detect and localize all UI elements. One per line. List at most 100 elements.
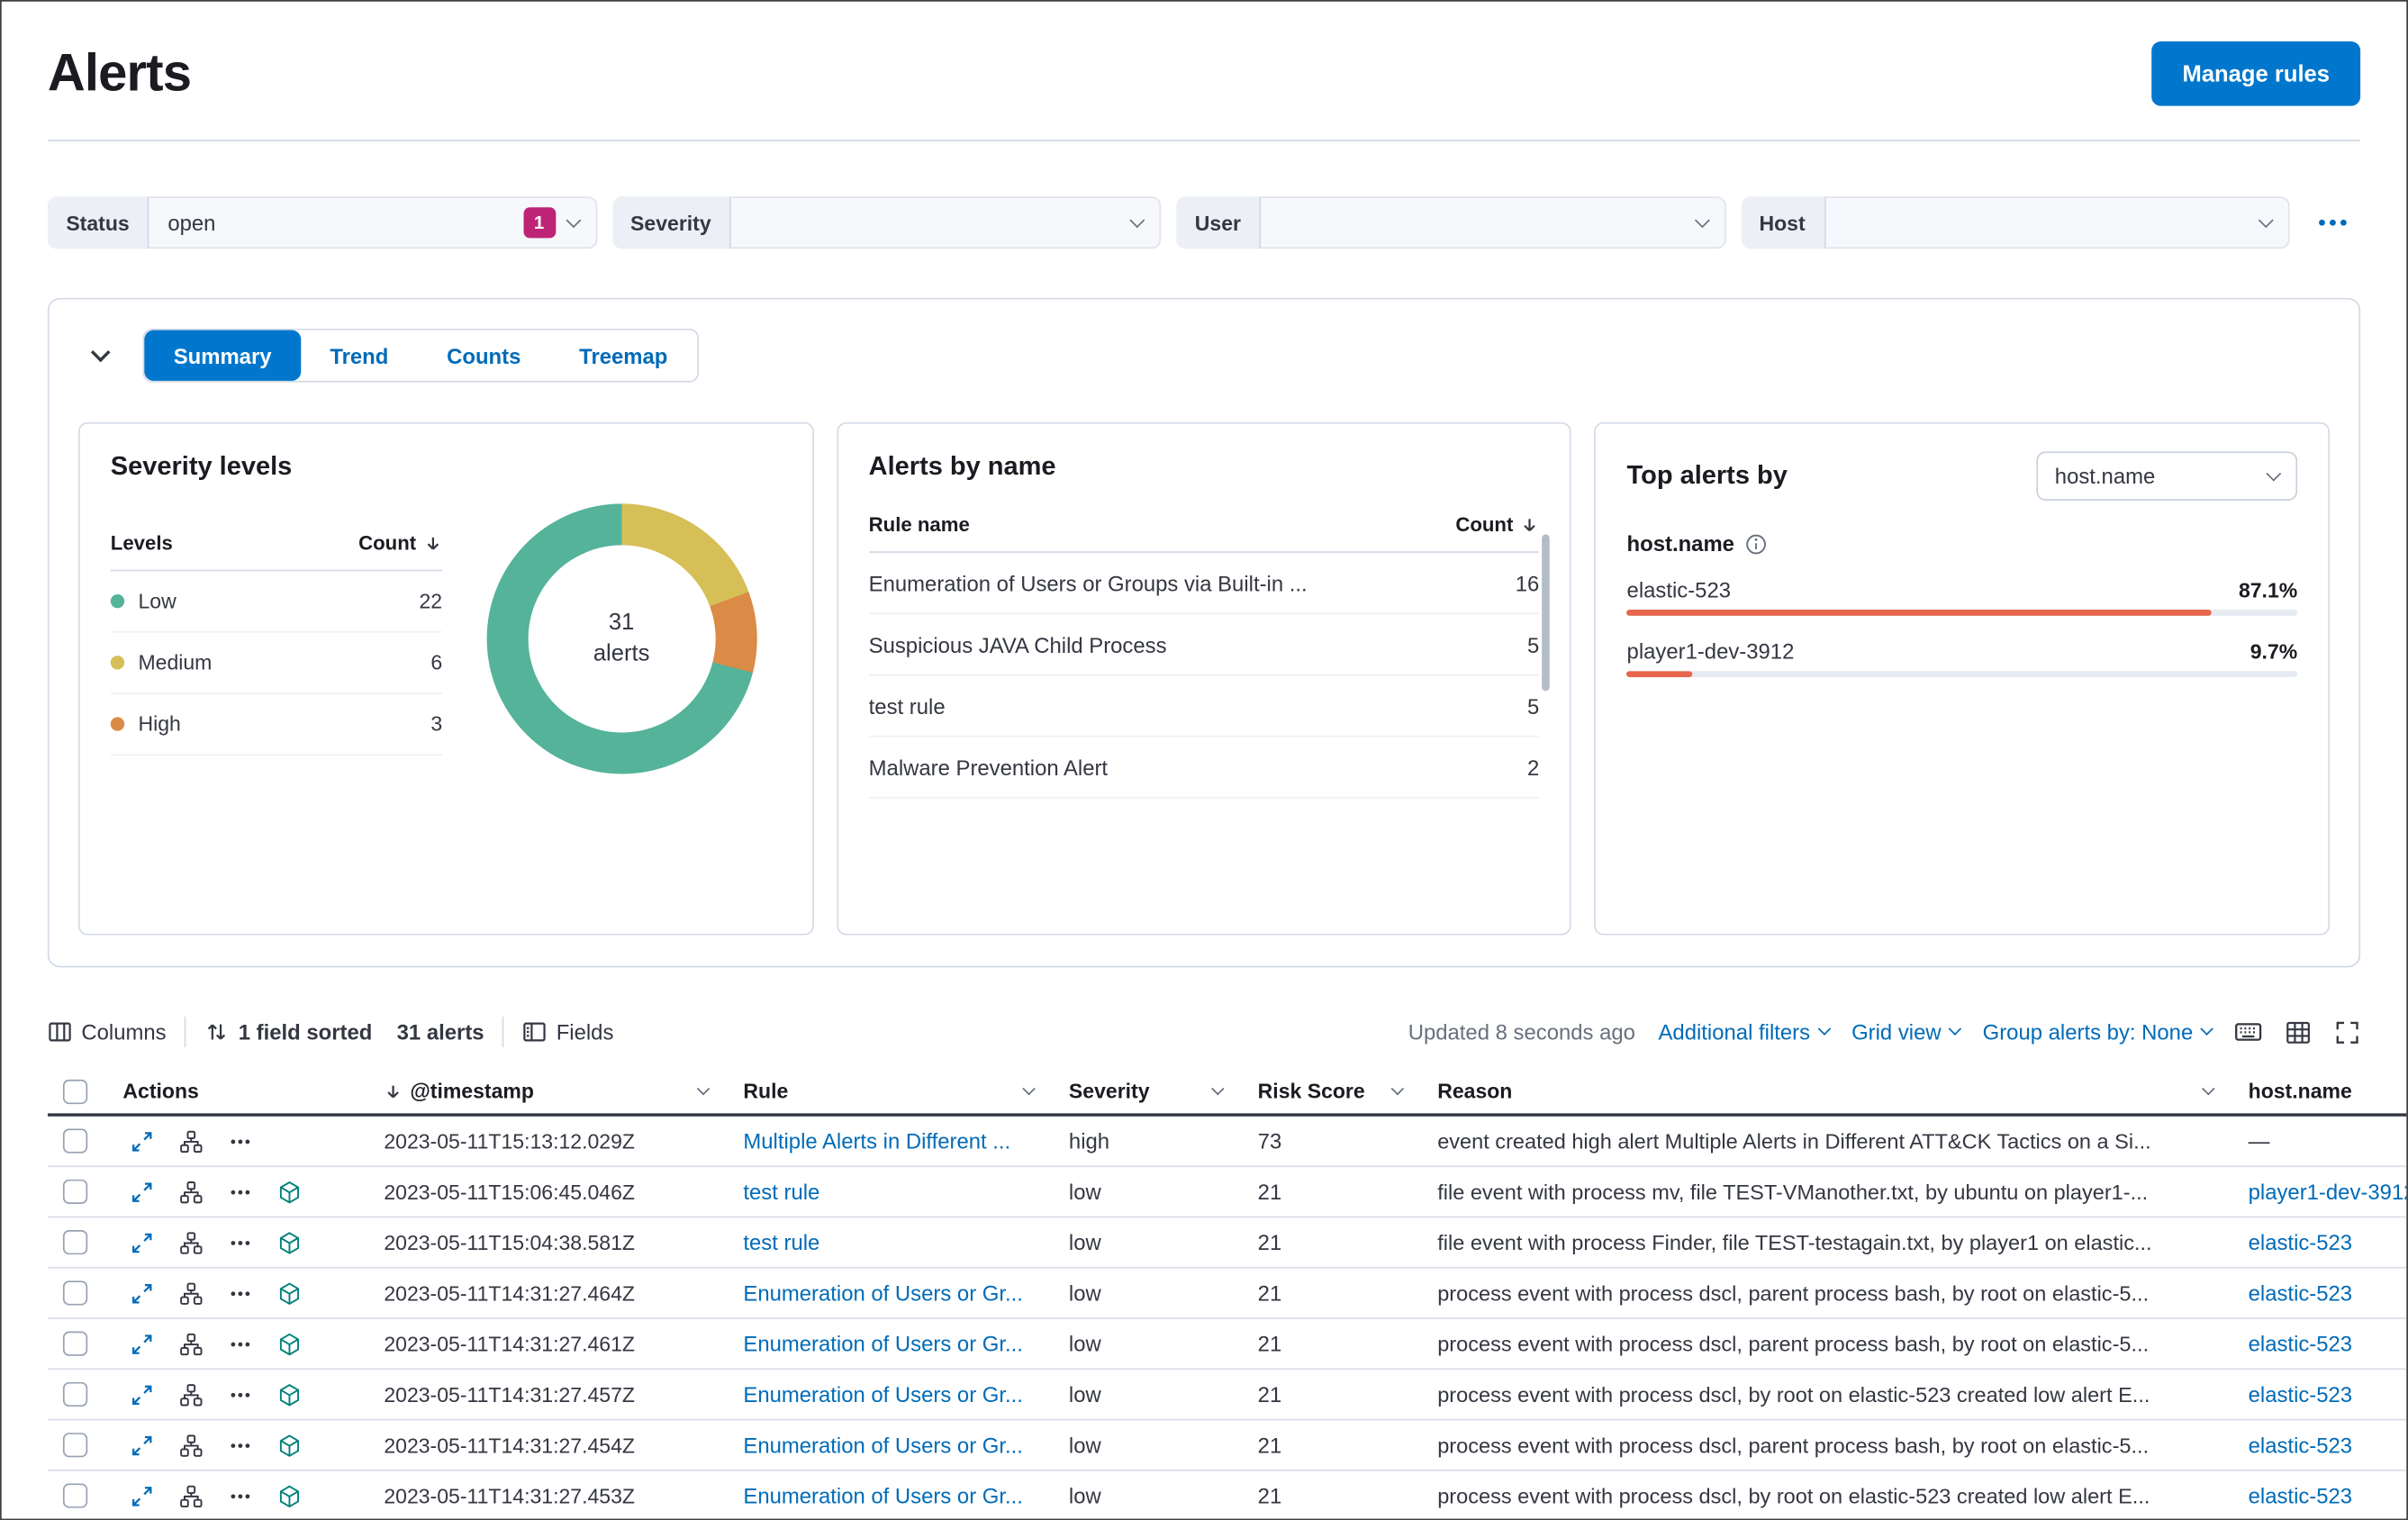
tab-summary[interactable]: Summary [144,330,301,381]
reason-cell[interactable]: process event with process dscl, by root… [1417,1484,2228,1507]
info-icon[interactable] [1745,532,1769,556]
analyzer-icon[interactable] [180,1383,204,1407]
host-link[interactable]: player1-dev-3912 [2228,1180,2407,1204]
group-alerts-button[interactable]: Group alerts by: None [1983,1019,2213,1045]
table-row: 2023-05-11T14:31:27.453Z Enumeration of … [48,1471,2406,1519]
host-link[interactable]: elastic-523 [2228,1280,2406,1305]
grid-display-button[interactable] [2286,1018,2312,1045]
host-link[interactable]: elastic-523 [2228,1230,2406,1254]
expand-alert-icon[interactable] [131,1383,154,1407]
expand-alert-icon[interactable] [131,1484,154,1507]
host-link[interactable]: elastic-523 [2228,1433,2406,1457]
chevron-down-icon[interactable] [696,1081,711,1095]
analyzer-icon[interactable] [180,1231,204,1254]
row-checkbox[interactable] [62,1433,88,1458]
host-column-header[interactable]: host.name [2228,1069,2406,1113]
select-all-checkbox[interactable] [62,1079,88,1104]
more-actions-icon[interactable] [229,1281,252,1305]
manage-rules-button[interactable]: Manage rules [2151,41,2361,106]
session-view-icon[interactable] [278,1332,302,1355]
rule-link[interactable]: Enumeration of Users or Gr... [723,1280,1049,1305]
session-view-icon[interactable] [278,1281,302,1305]
grid-view-button[interactable]: Grid view [1851,1019,1962,1045]
severity-filter[interactable]: Severity [611,196,1162,249]
rule-link[interactable]: Multiple Alerts in Different ... [723,1128,1049,1153]
more-actions-icon[interactable] [229,1129,252,1153]
analyzer-icon[interactable] [180,1129,204,1153]
more-filters-button[interactable] [2304,196,2361,249]
analyzer-icon[interactable] [180,1434,204,1457]
expand-alert-icon[interactable] [131,1231,154,1254]
more-actions-icon[interactable] [229,1383,252,1407]
top-alerts-field-select[interactable]: host.name [2036,451,2298,501]
risk-score-column-header[interactable]: Risk Score [1238,1069,1418,1113]
row-checkbox[interactable] [62,1381,88,1407]
reason-cell[interactable]: file event with process mv, file TEST-VM… [1417,1181,2228,1204]
host-filter[interactable]: Host [1741,196,2290,249]
keyboard-shortcuts-button[interactable] [2234,1018,2262,1046]
host-link[interactable]: elastic-523 [2228,1483,2406,1507]
tab-counts[interactable]: Counts [418,330,550,381]
expand-alert-icon[interactable] [131,1181,154,1204]
analyzer-icon[interactable] [180,1281,204,1305]
count-column-header[interactable]: Count [1455,513,1513,537]
reason-cell[interactable]: process event with process dscl, by root… [1417,1383,2228,1407]
user-filter[interactable]: User [1176,196,1725,249]
fields-button[interactable]: Fields [522,1019,613,1045]
reason-cell[interactable]: process event with process dscl, parent … [1417,1332,2228,1355]
session-view-icon[interactable] [278,1383,302,1407]
reason-cell[interactable]: event created high alert Multiple Alerts… [1417,1129,2228,1153]
session-view-icon[interactable] [278,1484,302,1507]
reason-cell[interactable]: process event with process dscl, parent … [1417,1281,2228,1305]
chevron-down-icon[interactable] [1390,1081,1405,1095]
rule-link[interactable]: test rule [723,1230,1049,1254]
tab-trend[interactable]: Trend [301,330,418,381]
sorted-fields-button[interactable]: 1 field sorted [204,1019,372,1045]
row-checkbox[interactable] [62,1229,88,1255]
expand-alert-icon[interactable] [131,1129,154,1153]
analyzer-icon[interactable] [180,1332,204,1355]
expand-alert-icon[interactable] [131,1434,154,1457]
rule-link[interactable]: Enumeration of Users or Gr... [723,1433,1049,1457]
timestamp-column-header[interactable]: @timestamp [364,1069,723,1113]
reason-cell[interactable]: file event with process Finder, file TES… [1417,1231,2228,1254]
collapse-charts-button[interactable] [78,334,122,377]
rule-link[interactable]: Enumeration of Users or Gr... [723,1332,1049,1356]
more-actions-icon[interactable] [229,1332,252,1355]
chevron-down-icon[interactable] [1211,1081,1225,1095]
severity-column-header[interactable]: Severity [1049,1069,1238,1113]
columns-button[interactable]: Columns [48,1019,167,1045]
chevron-down-icon[interactable] [2202,1081,2215,1095]
analyzer-icon[interactable] [180,1181,204,1204]
chevron-down-icon[interactable] [1022,1081,1036,1095]
more-actions-icon[interactable] [229,1231,252,1254]
row-checkbox[interactable] [62,1179,88,1204]
scrollbar-thumb[interactable] [1542,534,1551,692]
reason-cell[interactable]: process event with process dscl, parent … [1417,1434,2228,1457]
more-actions-icon[interactable] [229,1434,252,1457]
more-actions-icon[interactable] [229,1484,252,1507]
tab-treemap[interactable]: Treemap [550,330,697,381]
session-view-icon[interactable] [278,1181,302,1204]
fullscreen-icon-button[interactable] [2334,1018,2360,1045]
session-view-icon[interactable] [278,1231,302,1254]
session-view-icon[interactable] [278,1434,302,1457]
more-actions-icon[interactable] [229,1181,252,1204]
rule-link[interactable]: test rule [723,1180,1049,1204]
row-checkbox[interactable] [62,1483,88,1508]
rule-column-header[interactable]: Rule [723,1069,1049,1113]
host-link[interactable]: elastic-523 [2228,1382,2406,1407]
count-column-header[interactable]: Count [358,531,416,555]
expand-alert-icon[interactable] [131,1281,154,1305]
analyzer-icon[interactable] [180,1484,204,1507]
host-link[interactable]: elastic-523 [2228,1332,2406,1356]
status-filter[interactable]: Status open 1 [47,196,597,249]
reason-column-header[interactable]: Reason [1417,1069,2228,1113]
additional-filters-button[interactable]: Additional filters [1659,1019,1831,1045]
expand-alert-icon[interactable] [131,1332,154,1355]
row-checkbox[interactable] [62,1280,88,1306]
rule-link[interactable]: Enumeration of Users or Gr... [723,1382,1049,1407]
rule-link[interactable]: Enumeration of Users or Gr... [723,1483,1049,1507]
row-checkbox[interactable] [62,1128,88,1154]
row-checkbox[interactable] [62,1331,88,1356]
